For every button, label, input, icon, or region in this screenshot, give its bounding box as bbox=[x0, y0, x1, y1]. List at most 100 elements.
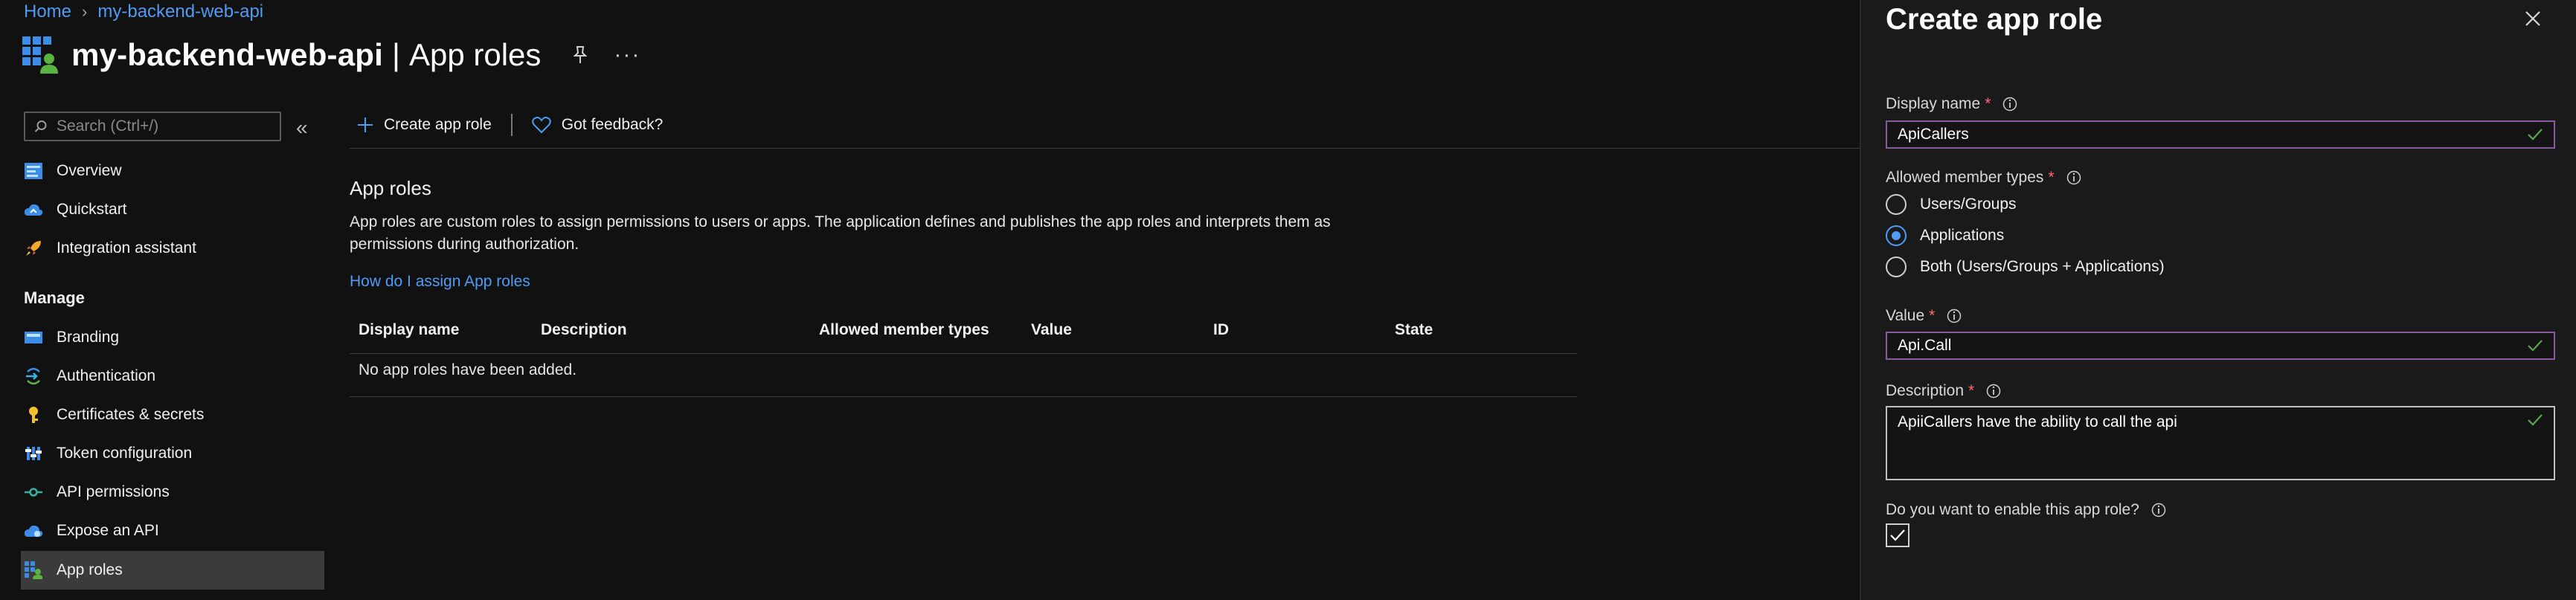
chevron-right-icon: › bbox=[82, 2, 88, 21]
page-header: my-backend-web-api | App roles ··· bbox=[22, 33, 640, 77]
create-app-role-label: Create app role bbox=[384, 116, 492, 133]
page-title: my-backend-web-api bbox=[71, 37, 384, 72]
sidebar-item-authentication[interactable]: Authentication bbox=[21, 357, 324, 396]
radio-button[interactable] bbox=[1886, 194, 1907, 215]
heart-icon bbox=[532, 117, 551, 134]
enable-label: Do you want to enable this app role? bbox=[1886, 501, 2166, 519]
column-description: Description bbox=[541, 321, 627, 338]
panel-title: Create app role bbox=[1886, 3, 2103, 36]
radio-applications[interactable]: Applications bbox=[1886, 225, 2004, 246]
required-marker: * bbox=[1929, 307, 1936, 324]
sidebar-item-integration-assistant[interactable]: Integration assistant bbox=[21, 229, 324, 268]
sidebar-item-expose-an-api[interactable]: Expose an API bbox=[21, 512, 324, 550]
sidebar-item-label: Overview bbox=[57, 162, 122, 179]
enable-app-role-checkbox[interactable] bbox=[1886, 523, 1909, 547]
display-name-value: ApiCallers bbox=[1898, 126, 1969, 143]
radio-both[interactable]: Both (Users/Groups + Applications) bbox=[1886, 257, 2165, 277]
breadcrumb: Home › my-backend-web-api bbox=[24, 1, 263, 22]
valid-check-icon bbox=[2528, 414, 2543, 426]
valid-check-icon bbox=[2528, 129, 2543, 141]
info-icon[interactable] bbox=[1947, 309, 1962, 323]
column-state: State bbox=[1395, 321, 1433, 338]
sidebar-item-quickstart[interactable]: Quickstart bbox=[21, 190, 324, 229]
info-icon[interactable] bbox=[2066, 170, 2081, 185]
section-title: App roles bbox=[350, 177, 431, 199]
column-id: ID bbox=[1213, 321, 1229, 338]
search-placeholder: Search (Ctrl+/) bbox=[57, 117, 159, 135]
sidebar-item-token-configuration[interactable]: Token configuration bbox=[21, 434, 324, 473]
sidebar-section-manage: Manage bbox=[24, 288, 85, 307]
info-icon[interactable] bbox=[2151, 503, 2166, 517]
display-name-label-text: Display name bbox=[1886, 95, 1981, 112]
radio-button[interactable] bbox=[1886, 257, 1907, 277]
valid-check-icon bbox=[2528, 340, 2543, 352]
required-marker: * bbox=[1968, 382, 1975, 399]
close-icon[interactable] bbox=[2523, 9, 2543, 28]
branding-icon bbox=[24, 328, 43, 347]
sidebar-item-label: Certificates & secrets bbox=[57, 406, 205, 423]
table-row-divider bbox=[350, 396, 1577, 397]
title-separator: | bbox=[392, 37, 400, 72]
table-header-divider bbox=[350, 353, 1577, 354]
api-permissions-icon bbox=[24, 483, 43, 502]
cloud-icon bbox=[24, 521, 43, 541]
got-feedback-button[interactable]: Got feedback? bbox=[532, 116, 664, 134]
sidebar-item-label: Token configuration bbox=[57, 445, 193, 462]
breadcrumb-home-link[interactable]: Home bbox=[24, 1, 71, 22]
column-allowed-member-types: Allowed member types bbox=[819, 321, 989, 338]
enable-label-text: Do you want to enable this app role? bbox=[1886, 501, 2139, 518]
collapse-sidebar-icon[interactable]: « bbox=[296, 116, 308, 140]
value-field-value: Api.Call bbox=[1898, 337, 1952, 354]
description-value: ApiiCallers have the ability to call the… bbox=[1898, 413, 2177, 430]
rocket-icon bbox=[24, 239, 43, 258]
sidebar-item-app-roles[interactable]: App roles bbox=[21, 551, 324, 590]
sidebar-item-label: App roles bbox=[57, 561, 123, 578]
key-icon bbox=[24, 405, 43, 425]
info-icon[interactable] bbox=[1986, 384, 2001, 399]
token-icon bbox=[24, 444, 43, 463]
sidebar-item-label: Expose an API bbox=[57, 522, 159, 539]
display-name-field[interactable]: ApiCallers bbox=[1886, 120, 2555, 149]
sidebar-item-label: API permissions bbox=[57, 483, 170, 500]
sidebar-item-branding[interactable]: Branding bbox=[21, 318, 324, 357]
app-roles-icon bbox=[24, 561, 43, 580]
got-feedback-label: Got feedback? bbox=[561, 116, 664, 133]
value-field[interactable]: Api.Call bbox=[1886, 332, 2555, 360]
column-display-name: Display name bbox=[359, 321, 460, 338]
more-options-icon[interactable]: ··· bbox=[614, 42, 640, 68]
sidebar-item-overview[interactable]: Overview bbox=[21, 152, 324, 190]
command-bar: Create app role Got feedback? bbox=[357, 110, 663, 140]
sidebar-item-label: Authentication bbox=[57, 367, 156, 384]
plus-icon bbox=[358, 117, 373, 132]
value-label-text: Value bbox=[1886, 307, 1925, 324]
how-to-assign-link[interactable]: How do I assign App roles bbox=[350, 273, 530, 291]
app-registration-icon bbox=[22, 36, 58, 74]
page-subtitle: App roles bbox=[408, 37, 542, 72]
section-description: App roles are custom roles to assign per… bbox=[350, 213, 1331, 253]
radio-users-groups[interactable]: Users/Groups bbox=[1886, 194, 2017, 215]
description-textarea[interactable]: ApiiCallers have the ability to call the… bbox=[1886, 406, 2555, 480]
sidebar-item-label: Integration assistant bbox=[57, 239, 196, 257]
search-input[interactable]: Search (Ctrl+/) bbox=[24, 112, 281, 141]
sidebar-item-api-permissions[interactable]: API permissions bbox=[21, 473, 324, 512]
breadcrumb-current-link[interactable]: my-backend-web-api bbox=[97, 1, 263, 22]
member-types-label-text: Allowed member types bbox=[1886, 169, 2044, 186]
sidebar-item-certificates-secrets[interactable]: Certificates & secrets bbox=[21, 396, 324, 434]
create-app-role-button[interactable]: Create app role bbox=[357, 116, 492, 134]
radio-label: Applications bbox=[1920, 227, 2005, 244]
quickstart-cloud-icon bbox=[24, 200, 43, 219]
radio-label: Both (Users/Groups + Applications) bbox=[1920, 258, 2165, 275]
radio-label: Users/Groups bbox=[1920, 196, 2017, 213]
required-marker: * bbox=[1985, 95, 1991, 112]
display-name-label: Display name * bbox=[1886, 95, 2017, 113]
description-label-text: Description bbox=[1886, 382, 1965, 399]
checkmark-icon bbox=[1890, 529, 1905, 541]
member-types-label: Allowed member types * bbox=[1886, 169, 2081, 187]
column-value: Value bbox=[1031, 321, 1072, 338]
pin-icon[interactable] bbox=[569, 44, 591, 66]
search-icon bbox=[34, 120, 47, 132]
overview-icon bbox=[24, 161, 43, 181]
info-icon[interactable] bbox=[2002, 97, 2017, 112]
radio-button-selected[interactable] bbox=[1886, 225, 1907, 246]
toolbar-divider-line bbox=[350, 148, 1860, 149]
